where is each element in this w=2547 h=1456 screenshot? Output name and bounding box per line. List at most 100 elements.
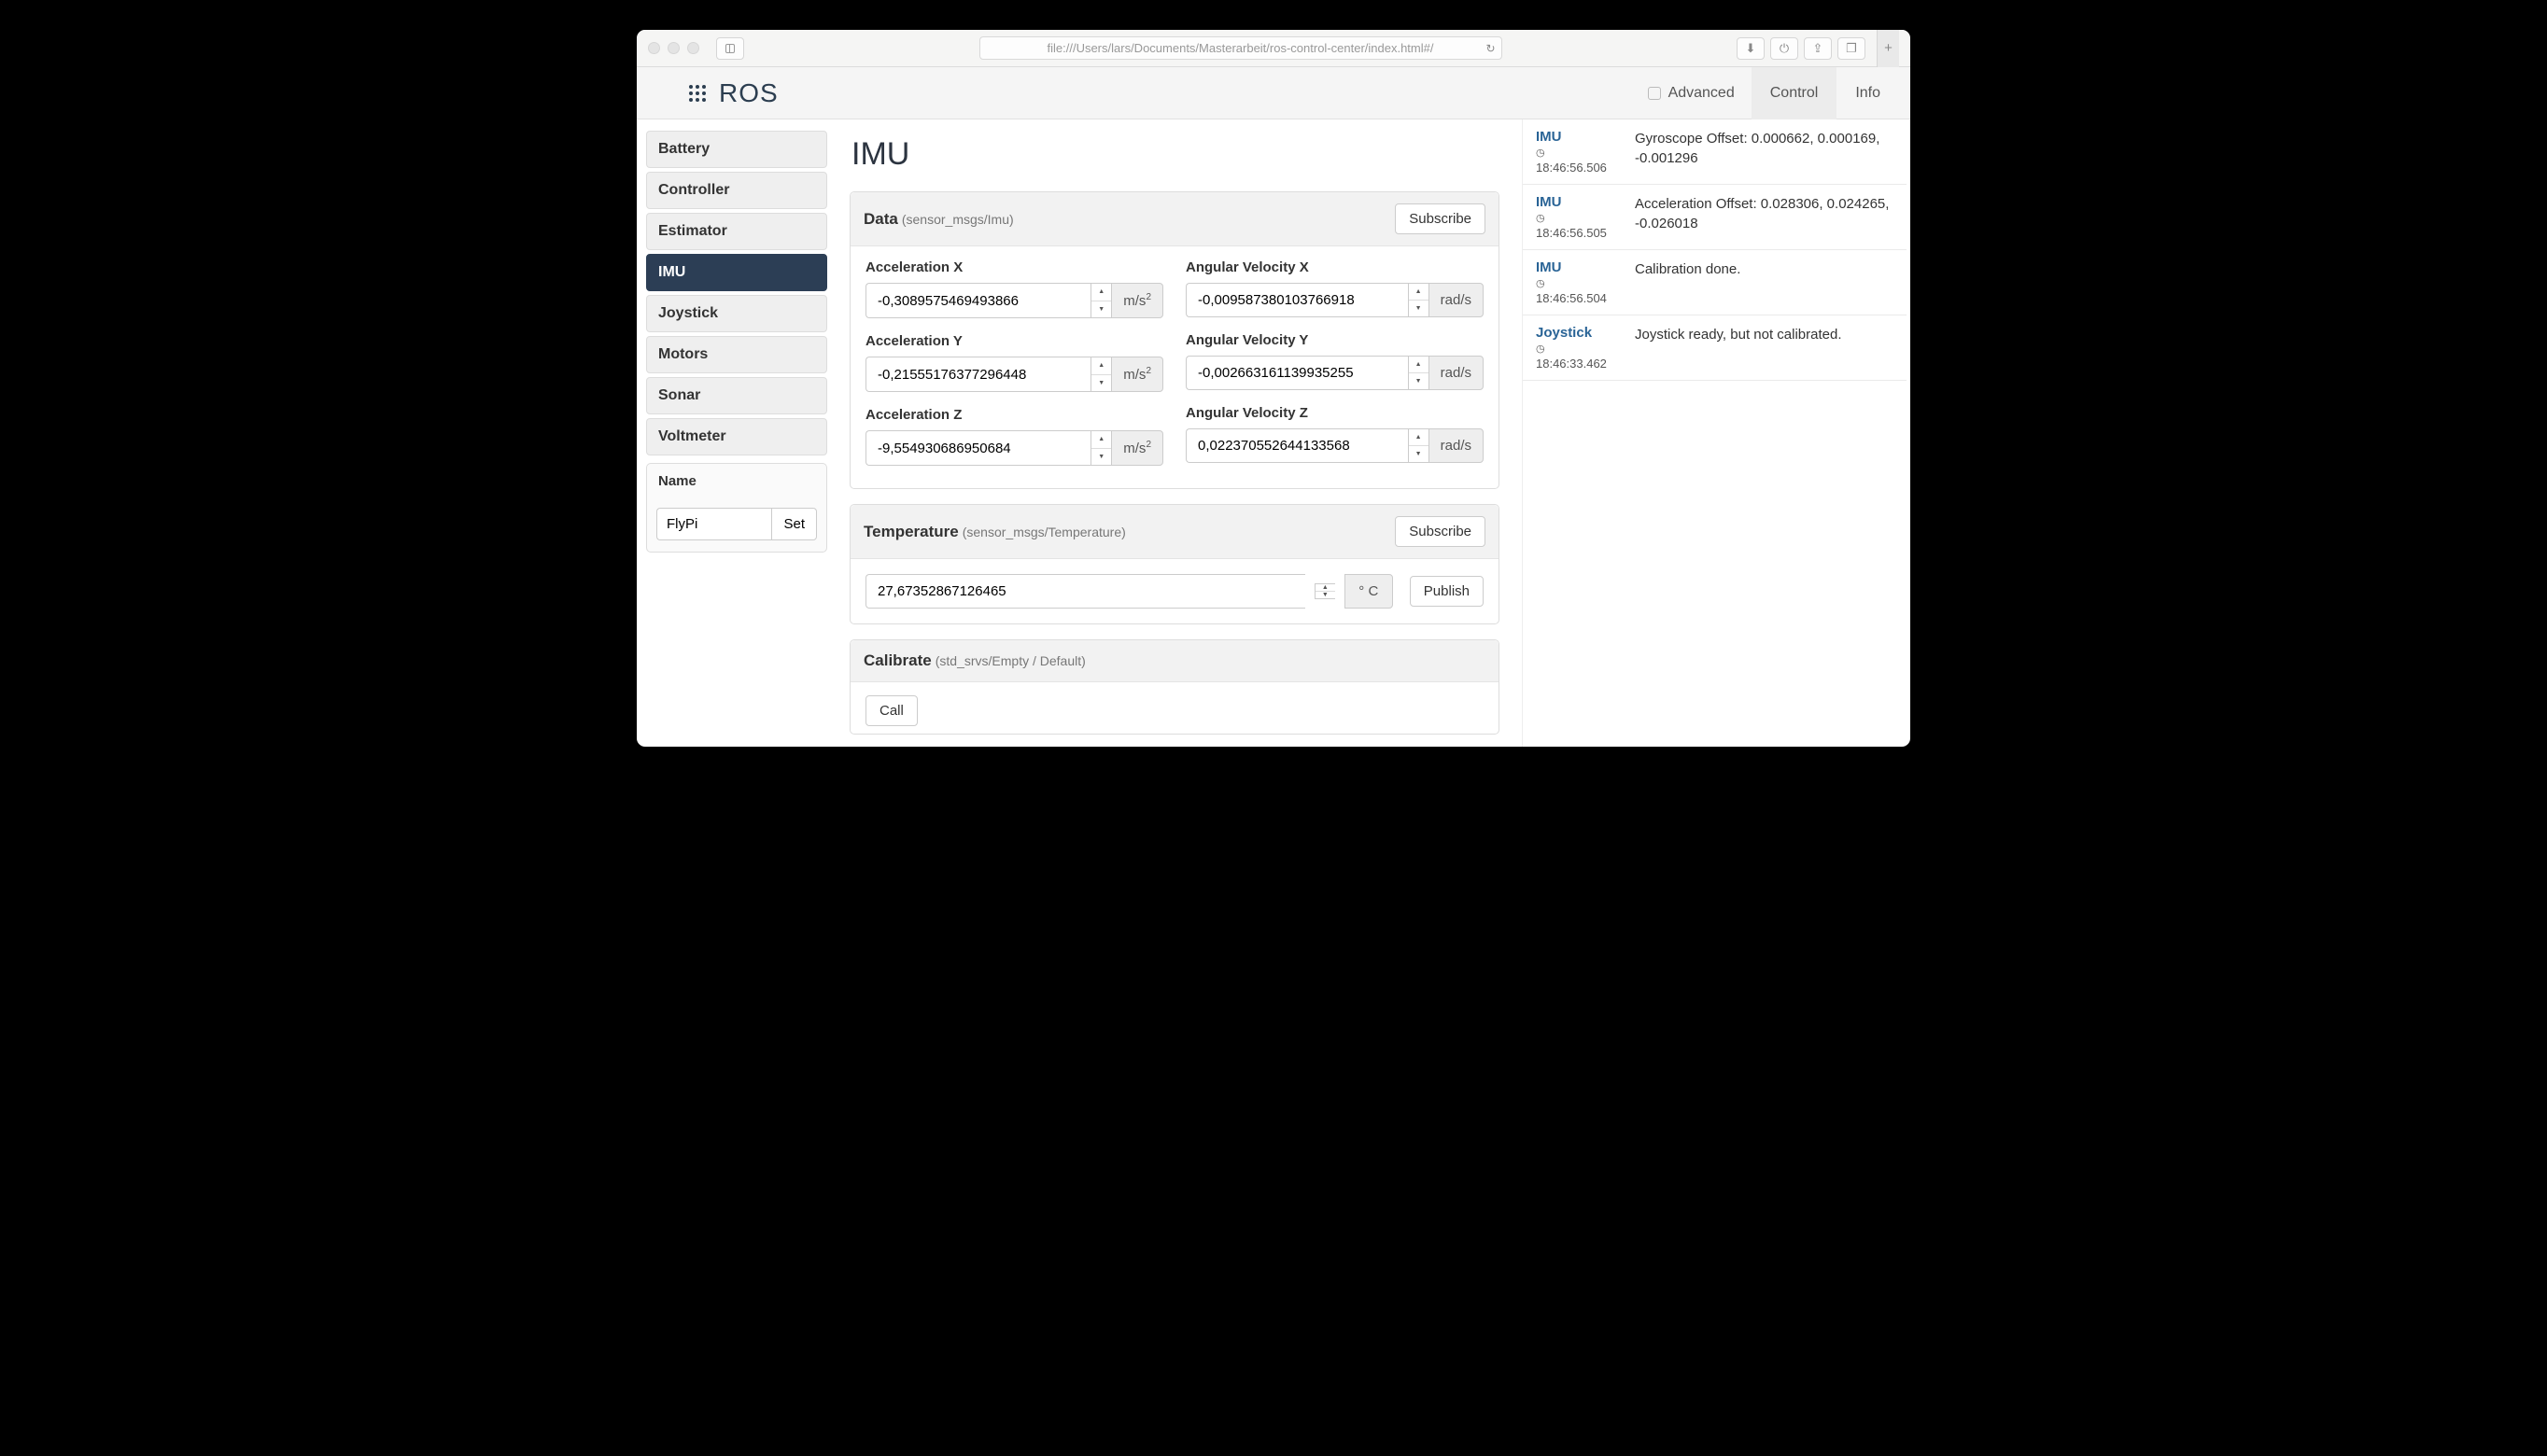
unit-label: ° C	[1344, 574, 1393, 609]
sidebar-item-controller[interactable]: Controller	[646, 172, 827, 209]
data-panel-sub: (sensor_msgs/Imu)	[902, 212, 1014, 227]
tab-control[interactable]: Control	[1752, 67, 1837, 119]
data-panel-title: Data	[864, 210, 898, 229]
browser-window: file:///Users/lars/Documents/Masterarbei…	[637, 30, 1910, 747]
subscribe-button[interactable]: Subscribe	[1395, 516, 1485, 547]
angvel-y-input[interactable]	[1186, 356, 1408, 390]
accel-y-label: Acceleration Y	[865, 333, 1163, 349]
stepper[interactable]: ▲▼	[1408, 428, 1428, 463]
tab-info[interactable]: Info	[1836, 67, 1899, 119]
accel-z-label: Acceleration Z	[865, 407, 1163, 423]
calibrate-panel: Calibrate (std_srvs/Empty / Default) Cal…	[850, 639, 1499, 735]
reload-icon[interactable]: ↻	[1485, 42, 1495, 55]
sidebar-item-voltmeter[interactable]: Voltmeter	[646, 418, 827, 455]
sidebar-item-motors[interactable]: Motors	[646, 336, 827, 373]
sidebar-item-imu[interactable]: IMU	[646, 254, 827, 291]
chevron-down-icon: ▼	[1091, 375, 1111, 392]
downloads-button[interactable]: ⬇	[1737, 37, 1765, 60]
log-source[interactable]: Joystick	[1536, 325, 1620, 341]
chevron-down-icon: ▼	[1409, 446, 1428, 462]
advanced-toggle[interactable]: Advanced	[1648, 85, 1735, 102]
titlebar: file:///Users/lars/Documents/Masterarbei…	[637, 30, 1910, 67]
log-item: IMU ◷ 18:46:56.504 Calibration done.	[1523, 250, 1907, 315]
share-button[interactable]: ⇪	[1804, 37, 1832, 60]
new-tab-button[interactable]: +	[1877, 30, 1899, 67]
clock-icon: ◷	[1536, 277, 1620, 289]
name-panel-title: Name	[647, 464, 826, 498]
sidebar-item-estimator[interactable]: Estimator	[646, 213, 827, 250]
tabs-button[interactable]: ❐	[1837, 37, 1865, 60]
power-button[interactable]: ⏻	[1770, 37, 1798, 60]
set-button[interactable]: Set	[771, 508, 817, 540]
traffic-lights	[648, 42, 699, 54]
zoom-icon[interactable]	[687, 42, 699, 54]
stepper[interactable]: ▲▼	[1091, 357, 1111, 392]
accel-z-input[interactable]	[865, 430, 1091, 466]
log-item: IMU ◷ 18:46:56.506 Gyroscope Offset: 0.0…	[1523, 119, 1907, 185]
chevron-down-icon: ▼	[1091, 449, 1111, 466]
unit-label: rad/s	[1428, 356, 1484, 390]
temperature-input[interactable]	[865, 574, 1305, 609]
chevron-up-icon: ▲	[1409, 429, 1428, 446]
download-icon: ⬇	[1746, 41, 1756, 56]
log-message: Acceleration Offset: 0.028306, 0.024265,…	[1635, 194, 1892, 240]
unit-label: m/s2	[1111, 430, 1163, 466]
subscribe-button[interactable]: Subscribe	[1395, 203, 1485, 234]
angvel-z-input[interactable]	[1186, 428, 1408, 463]
publish-button[interactable]: Publish	[1410, 576, 1484, 607]
calib-panel-sub: (std_srvs/Empty / Default)	[936, 653, 1086, 668]
log-pane: IMU ◷ 18:46:56.506 Gyroscope Offset: 0.0…	[1522, 119, 1907, 747]
sidebar-item-sonar[interactable]: Sonar	[646, 377, 827, 414]
close-icon[interactable]	[648, 42, 660, 54]
data-panel: Data (sensor_msgs/Imu) Subscribe Acceler…	[850, 191, 1499, 489]
sidebar-item-joystick[interactable]: Joystick	[646, 295, 827, 332]
accel-x-label: Acceleration X	[865, 259, 1163, 275]
stepper[interactable]: ▲▼	[1091, 430, 1111, 466]
stepper[interactable]: ▲▼	[1315, 583, 1335, 599]
chevron-down-icon: ▼	[1091, 301, 1111, 318]
sidebar-item-battery[interactable]: Battery	[646, 131, 827, 168]
unit-label: rad/s	[1428, 283, 1484, 317]
log-message: Gyroscope Offset: 0.000662, 0.000169, -0…	[1635, 129, 1892, 175]
sidebar-icon	[725, 44, 735, 53]
temp-panel-title: Temperature	[864, 523, 959, 541]
advanced-label: Advanced	[1668, 85, 1735, 102]
log-message: Calibration done.	[1635, 259, 1892, 305]
log-timestamp: 18:46:56.506	[1536, 161, 1620, 175]
checkbox-icon	[1648, 87, 1661, 100]
log-source[interactable]: IMU	[1536, 129, 1620, 145]
sidebar-toggle-button[interactable]	[716, 37, 744, 60]
log-message: Joystick ready, but not calibrated.	[1635, 325, 1892, 371]
name-input[interactable]	[656, 508, 771, 540]
log-source[interactable]: IMU	[1536, 259, 1620, 275]
stepper[interactable]: ▲▼	[1091, 283, 1111, 318]
chevron-up-icon: ▲	[1091, 284, 1111, 301]
accel-y-input[interactable]	[865, 357, 1091, 392]
sidebar-list: Battery Controller Estimator IMU Joystic…	[642, 131, 827, 553]
accel-x-input[interactable]	[865, 283, 1091, 318]
chevron-down-icon: ▼	[1316, 592, 1335, 598]
stepper[interactable]: ▲▼	[1408, 283, 1428, 317]
temperature-panel: Temperature (sensor_msgs/Temperature) Su…	[850, 504, 1499, 624]
brand-text: ROS	[719, 78, 779, 108]
angvel-x-label: Angular Velocity X	[1186, 259, 1484, 275]
chevron-up-icon: ▲	[1409, 357, 1428, 373]
address-bar[interactable]: file:///Users/lars/Documents/Masterarbei…	[979, 36, 1502, 60]
chevron-down-icon: ▼	[1409, 373, 1428, 389]
unit-label: m/s2	[1111, 283, 1163, 318]
log-source[interactable]: IMU	[1536, 194, 1620, 210]
app-header: ROS Advanced Control Info	[637, 67, 1910, 119]
page-title: IMU	[851, 136, 1499, 173]
toolbar-right: ⬇ ⏻ ⇪ ❐	[1737, 37, 1865, 60]
main-content: IMU Data (sensor_msgs/Imu) Subscribe Acc…	[827, 119, 1522, 747]
minimize-icon[interactable]	[668, 42, 680, 54]
angvel-y-label: Angular Velocity Y	[1186, 332, 1484, 348]
stepper[interactable]: ▲▼	[1408, 356, 1428, 390]
calib-panel-title: Calibrate	[864, 651, 932, 670]
unit-label: m/s2	[1111, 357, 1163, 392]
log-timestamp: 18:46:56.504	[1536, 291, 1620, 305]
tabs-icon: ❐	[1846, 41, 1857, 56]
call-button[interactable]: Call	[865, 695, 918, 726]
angvel-x-input[interactable]	[1186, 283, 1408, 317]
clock-icon: ◷	[1536, 147, 1620, 159]
